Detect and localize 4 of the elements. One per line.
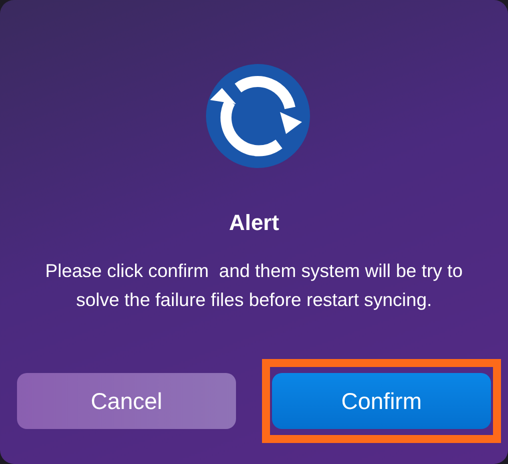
dialog-title: Alert [228, 210, 280, 236]
confirm-button[interactable]: Confirm [272, 373, 491, 429]
cancel-button[interactable]: Cancel [17, 373, 236, 429]
dialog-message: Please click confirm and them system will be try to solve the failure files before restart syncing. [44, 259, 464, 312]
